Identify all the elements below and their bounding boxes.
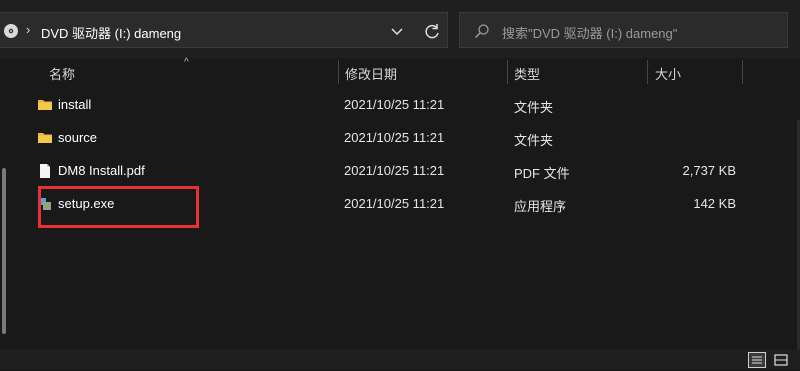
breadcrumb-path[interactable]: DVD 驱动器 (I:) dameng: [41, 23, 181, 42]
address-history-dropdown-icon[interactable]: [386, 21, 408, 41]
address-toolbar: › DVD 驱动器 (I:) dameng 搜索"DVD 驱动器 (I:) da…: [0, 0, 800, 58]
column-divider[interactable]: [338, 60, 339, 84]
file-date: 2021/10/25 11:21: [344, 163, 445, 178]
file-date: 2021/10/25 11:21: [344, 196, 445, 211]
vertical-scrollbar[interactable]: [0, 58, 8, 348]
file-type: 应用程序: [514, 199, 567, 214]
file-name: source: [58, 130, 98, 145]
column-header-type[interactable]: 类型: [514, 64, 540, 83]
address-bar[interactable]: › DVD 驱动器 (I:) dameng: [0, 12, 448, 48]
search-input[interactable]: 搜索"DVD 驱动器 (I:) dameng": [502, 23, 677, 42]
file-date: 2021/10/25 11:21: [344, 130, 445, 145]
column-divider[interactable]: [647, 60, 648, 84]
folder-icon: [38, 100, 52, 110]
large-icons-view-icon: [774, 354, 788, 366]
file-name: install: [58, 97, 92, 112]
refresh-icon[interactable]: [420, 20, 444, 42]
search-box[interactable]: 搜索"DVD 驱动器 (I:) dameng": [459, 12, 788, 48]
file-type: PDF 文件: [514, 166, 570, 181]
file-row-source[interactable]: source 2021/10/25 11:21 文件夹: [30, 123, 742, 153]
file-size: 142 KB: [693, 196, 736, 211]
highlight-annotation-box: [38, 186, 199, 228]
pdf-file-icon: [40, 164, 50, 178]
column-divider[interactable]: [507, 60, 508, 84]
column-header-name[interactable]: 名称: [49, 64, 75, 83]
file-row-install[interactable]: install 2021/10/25 11:21 文件夹: [30, 90, 742, 120]
dvd-drive-icon: [4, 24, 18, 38]
file-date: 2021/10/25 11:21: [344, 97, 445, 112]
sort-ascending-icon: ^: [184, 57, 189, 68]
details-view-icon: [752, 356, 762, 364]
folder-icon: [38, 133, 52, 143]
large-icons-view-button[interactable]: [772, 352, 790, 368]
file-type: 文件夹: [514, 100, 554, 115]
file-size: 2,737 KB: [682, 163, 737, 178]
column-header-size[interactable]: 大小: [655, 64, 681, 83]
details-view-button[interactable]: [748, 352, 766, 368]
search-icon: [474, 24, 489, 39]
status-bar: [0, 350, 800, 369]
breadcrumb-chevron-icon[interactable]: ›: [26, 22, 30, 37]
column-divider[interactable]: [742, 60, 743, 84]
column-header-date[interactable]: 修改日期: [345, 64, 397, 83]
file-type: 文件夹: [514, 133, 554, 148]
column-header-row: ^ 名称 修改日期 类型 大小: [0, 57, 800, 86]
scrollbar-thumb[interactable]: [2, 168, 6, 334]
file-name: DM8 Install.pdf: [58, 163, 145, 178]
file-row-pdf[interactable]: DM8 Install.pdf 2021/10/25 11:21 PDF 文件 …: [30, 156, 742, 186]
